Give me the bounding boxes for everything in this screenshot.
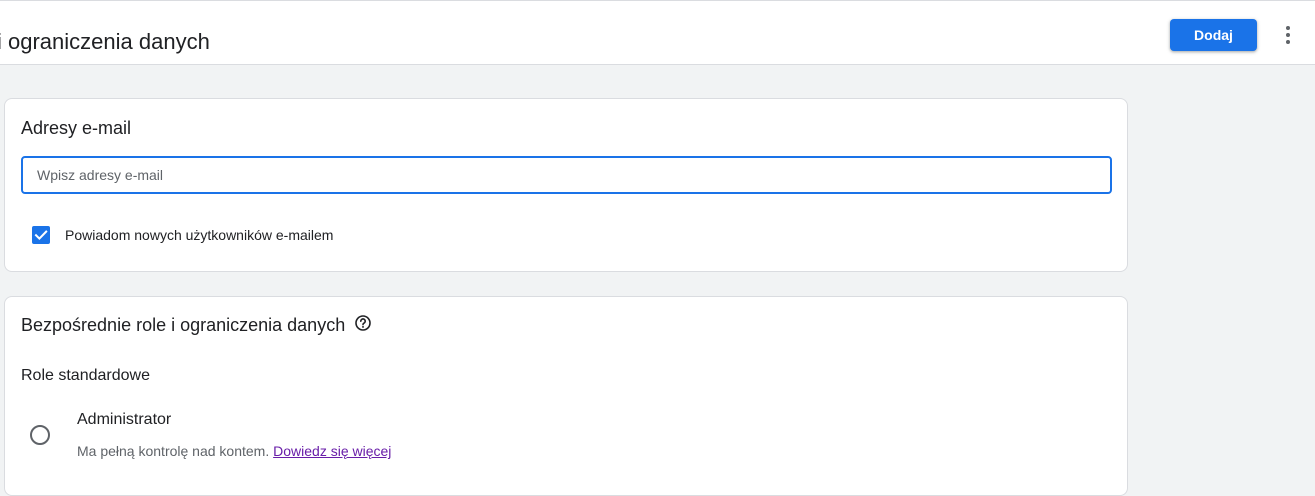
email-section-title: Adresy e-mail xyxy=(21,118,132,138)
notify-checkbox-label: Powiadom nowych użytkowników e-mailem xyxy=(65,227,334,243)
role-name-administrator: Administrator xyxy=(77,411,172,428)
learn-more-link[interactable]: Dowiedz się więcej xyxy=(273,443,391,459)
checkmark-icon xyxy=(34,230,48,241)
more-vert-icon[interactable] xyxy=(1278,23,1298,47)
email-input[interactable] xyxy=(21,156,1112,194)
page-title: i ograniczenia danych xyxy=(0,29,210,54)
roles-section-title: Bezpośrednie role i ograniczenia danych xyxy=(21,315,346,335)
page-header: i ograniczenia danych Dodaj xyxy=(0,0,1315,65)
roles-card: Bezpośrednie role i ograniczenia danych … xyxy=(4,296,1128,496)
add-button[interactable]: Dodaj xyxy=(1170,19,1257,51)
role-radio-administrator[interactable] xyxy=(30,425,50,445)
role-description-text: Ma pełną kontrolę nad kontem. xyxy=(77,443,270,459)
email-card: Adresy e-mail Powiadom nowych użytkownik… xyxy=(4,98,1128,272)
help-circle-icon[interactable] xyxy=(354,314,372,332)
standard-roles-label: Role standardowe xyxy=(21,367,150,384)
role-description-administrator: Ma pełną kontrolę nad kontem. Dowiedz si… xyxy=(77,443,391,459)
notify-checkbox[interactable] xyxy=(32,226,50,244)
